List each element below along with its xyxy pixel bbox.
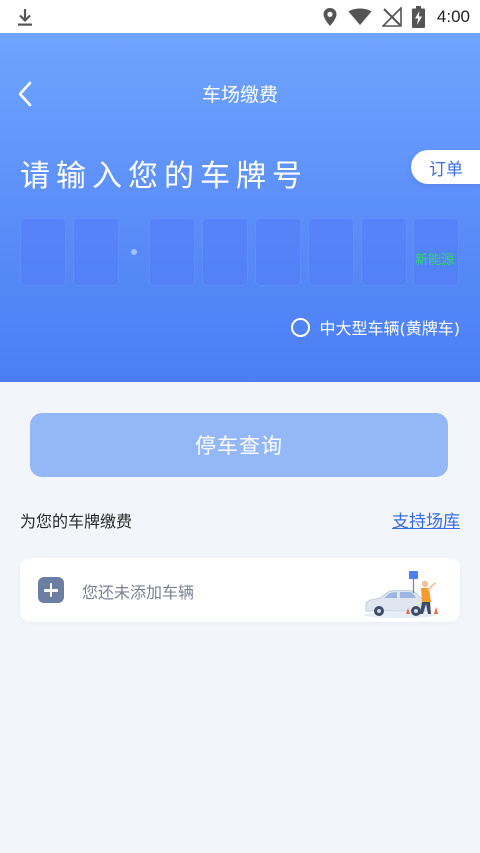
add-vehicle-card[interactable]: 您还未添加车辆 (20, 558, 460, 622)
page-title: 车场缴费 (201, 84, 278, 106)
large-vehicle-option[interactable]: 中大型车辆(黄牌车) (290, 315, 461, 339)
plate-slot-2[interactable] (73, 218, 119, 286)
plate-prompt: 请输入您的车牌号 (20, 159, 308, 194)
plate-slot-7[interactable] (361, 218, 407, 286)
wifi-icon (348, 8, 372, 25)
plate-slot-6[interactable] (308, 218, 354, 286)
plate-separator-dot (131, 249, 137, 255)
plate-slot-1[interactable] (20, 218, 66, 286)
empty-vehicle-text: 您还未添加车辆 (82, 583, 195, 602)
add-icon[interactable] (38, 577, 64, 603)
plate-slot-4[interactable] (202, 218, 248, 286)
plate-input-panel: 车场缴费 请输入您的车牌号 订单 新能源 中大型车辆(黄牌车) (0, 33, 480, 382)
no-signal-icon (381, 7, 402, 27)
large-vehicle-label: 中大型车辆(黄牌车) (319, 319, 461, 338)
section-label: 为您的车牌缴费 (20, 512, 133, 531)
location-icon (323, 8, 337, 26)
battery-icon (411, 6, 425, 28)
parking-query-button[interactable]: 停车查询 (30, 413, 448, 477)
plate-slot-5[interactable] (255, 218, 301, 286)
plate-slot-3[interactable] (149, 218, 195, 286)
supported-garages-link[interactable]: 支持场库 (392, 507, 460, 532)
new-energy-label: 新能源 (415, 253, 455, 268)
clock: 4:00 (436, 7, 470, 26)
status-bar: 4:00 (0, 0, 480, 33)
car-illustration (364, 571, 438, 618)
radio-button[interactable] (290, 317, 310, 337)
status-icons: 4:00 (322, 4, 470, 30)
download-icon (18, 9, 32, 26)
order-button[interactable]: 订单 (411, 150, 480, 184)
